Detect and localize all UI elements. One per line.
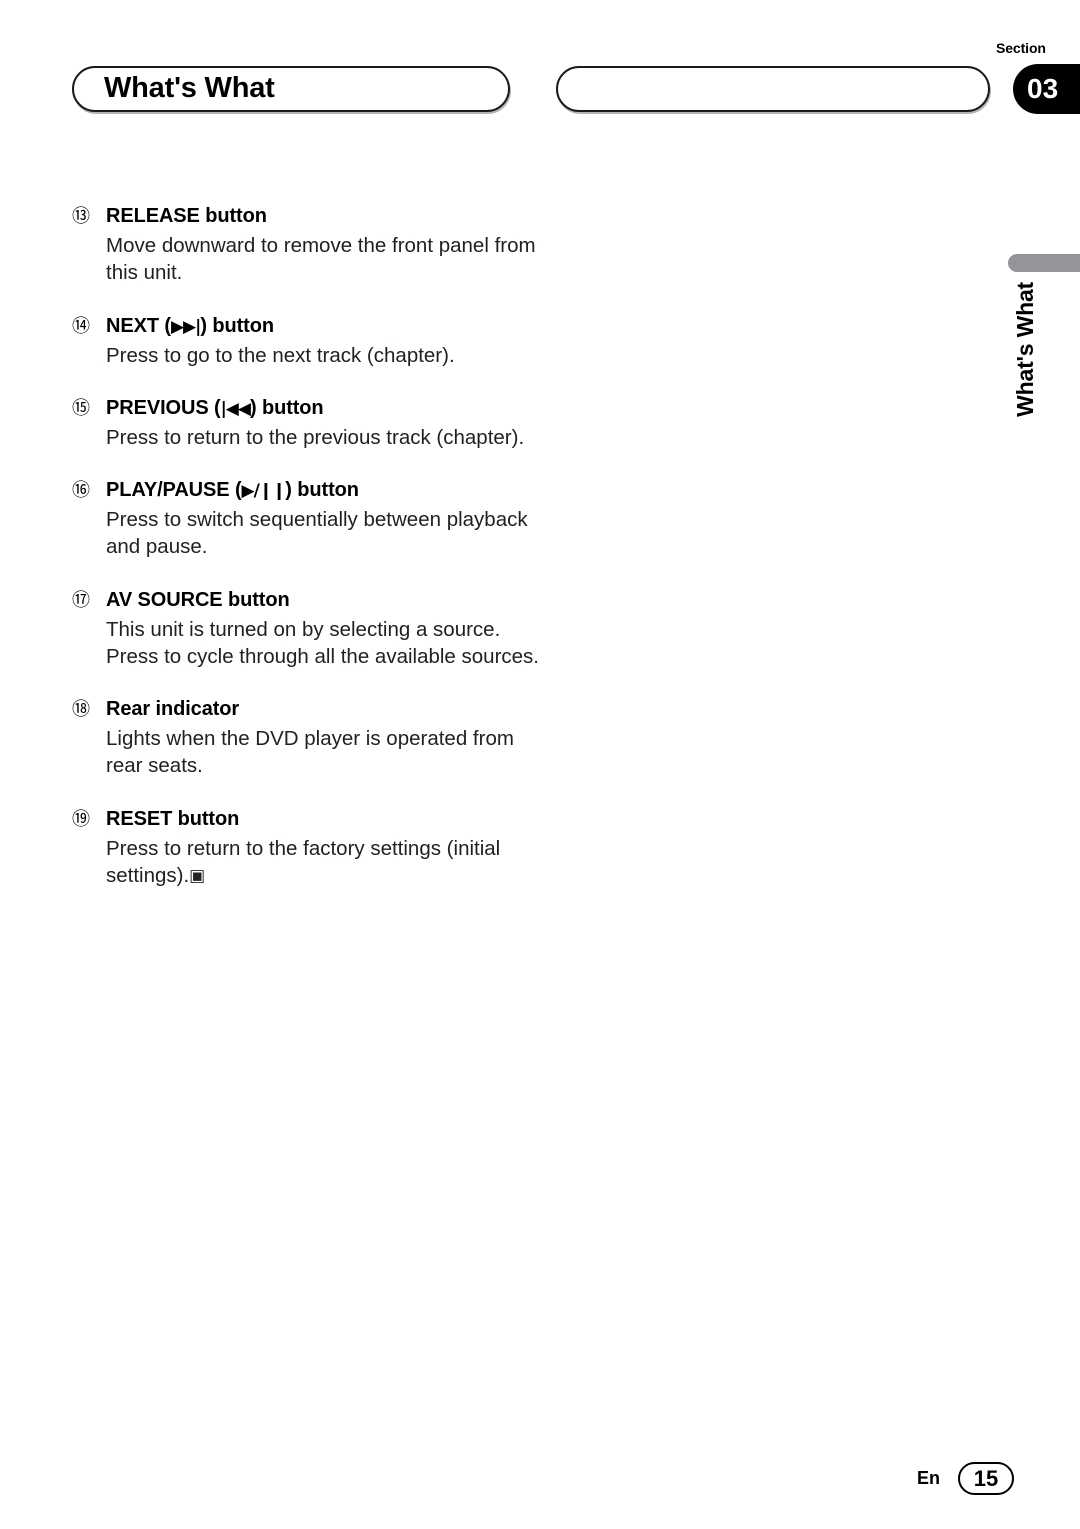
footer-language: En (916, 1468, 940, 1488)
end-of-section-marker-icon: ▣ (189, 865, 206, 886)
entry-number: ⑬ (72, 206, 90, 226)
entry-title: NEXT (▶▶|) button (106, 315, 542, 338)
entry-number: ⑰ (72, 589, 90, 610)
list-item: ⑯ PLAY/PAUSE (▶/❙❙) button Press to swit… (72, 479, 542, 561)
entry-heading: ⑱ Rear indicator (72, 698, 542, 721)
entry-title-text: PREVIOUS ( (106, 396, 221, 419)
entry-description-text: Press to return to the factory settings … (106, 836, 501, 887)
entry-title-text: RELEASE button (106, 205, 267, 227)
manual-page: What's What Section 03 What's What ⑬ REL… (0, 0, 1080, 1529)
entry-number: ⑭ (72, 315, 90, 336)
entry-heading: ⑰ AV SOURCE button (72, 589, 542, 612)
play-pause-icon: ▶/❙❙ (241, 481, 287, 501)
entry-title-suffix: ) button (200, 314, 274, 337)
entry-description: This unit is turned on by selecting a so… (106, 617, 540, 668)
section-label: Section (996, 40, 1046, 56)
entry-description: Press to go to the next track (chapter). (106, 343, 455, 367)
entry-title-text: AV SOURCE button (106, 588, 290, 611)
entry-heading: ⑯ PLAY/PAUSE (▶/❙❙) button (72, 479, 542, 502)
entry-description: Press to return to the previous track (c… (106, 425, 525, 449)
entry-number: ⑮ (72, 397, 90, 418)
entry-title: AV SOURCE button (106, 589, 542, 612)
entry-title: PLAY/PAUSE (▶/❙❙) button (106, 479, 542, 502)
entry-description: Press to switch sequentially between pla… (106, 508, 528, 559)
entry-title: RESET button (106, 808, 542, 831)
entry-number: ⑱ (72, 699, 90, 719)
secondary-header-pill (556, 66, 990, 112)
list-item: ⑱ Rear indicator Lights when the DVD pla… (72, 698, 542, 780)
entry-title-text: PLAY/PAUSE ( (106, 479, 242, 501)
list-item: ⑬ RELEASE button Move downward to remove… (72, 205, 542, 287)
previous-track-icon: |◀◀ (220, 398, 251, 419)
entry-description: Press to return to the factory settings … (106, 835, 542, 890)
entry-heading: ⑲ RESET button (72, 808, 542, 831)
entry-title: PREVIOUS (|◀◀) button (106, 397, 542, 420)
footer-page-number: 15 (958, 1462, 1014, 1495)
entry-list: ⑬ RELEASE button Move downward to remove… (72, 205, 542, 917)
entry-title: Rear indicator (106, 698, 542, 721)
page-title-pill: What's What (72, 66, 510, 112)
entry-heading: ⑬ RELEASE button (72, 205, 542, 228)
entry-title-suffix: ) button (285, 479, 359, 501)
entry-description: Lights when the DVD player is operated f… (106, 727, 514, 778)
page-footer: En 15 (0, 1462, 1080, 1495)
page-title: What's What (104, 71, 275, 104)
side-tab-label: What's What (1012, 282, 1038, 417)
side-tab-bar (1008, 254, 1080, 272)
section-number-badge: 03 (1013, 64, 1080, 114)
list-item: ⑭ NEXT (▶▶|) button Press to go to the n… (72, 315, 542, 369)
next-track-icon: ▶▶| (170, 316, 201, 337)
entry-number: ⑲ (72, 808, 90, 829)
entry-title-suffix: ) button (249, 396, 324, 419)
entry-heading: ⑮ PREVIOUS (|◀◀) button (72, 397, 542, 420)
entry-title: RELEASE button (106, 205, 542, 228)
list-item: ⑰ AV SOURCE button This unit is turned o… (72, 589, 542, 671)
entry-title-text: RESET button (106, 807, 240, 830)
entry-title-text: NEXT ( (106, 314, 171, 337)
entry-number: ⑯ (72, 480, 90, 500)
entry-title-text: Rear indicator (106, 698, 240, 720)
entry-description: Move downward to remove the front panel … (106, 234, 536, 285)
list-item: ⑮ PREVIOUS (|◀◀) button Press to return … (72, 397, 542, 451)
list-item: ⑲ RESET button Press to return to the fa… (72, 808, 542, 890)
entry-heading: ⑭ NEXT (▶▶|) button (72, 315, 542, 338)
